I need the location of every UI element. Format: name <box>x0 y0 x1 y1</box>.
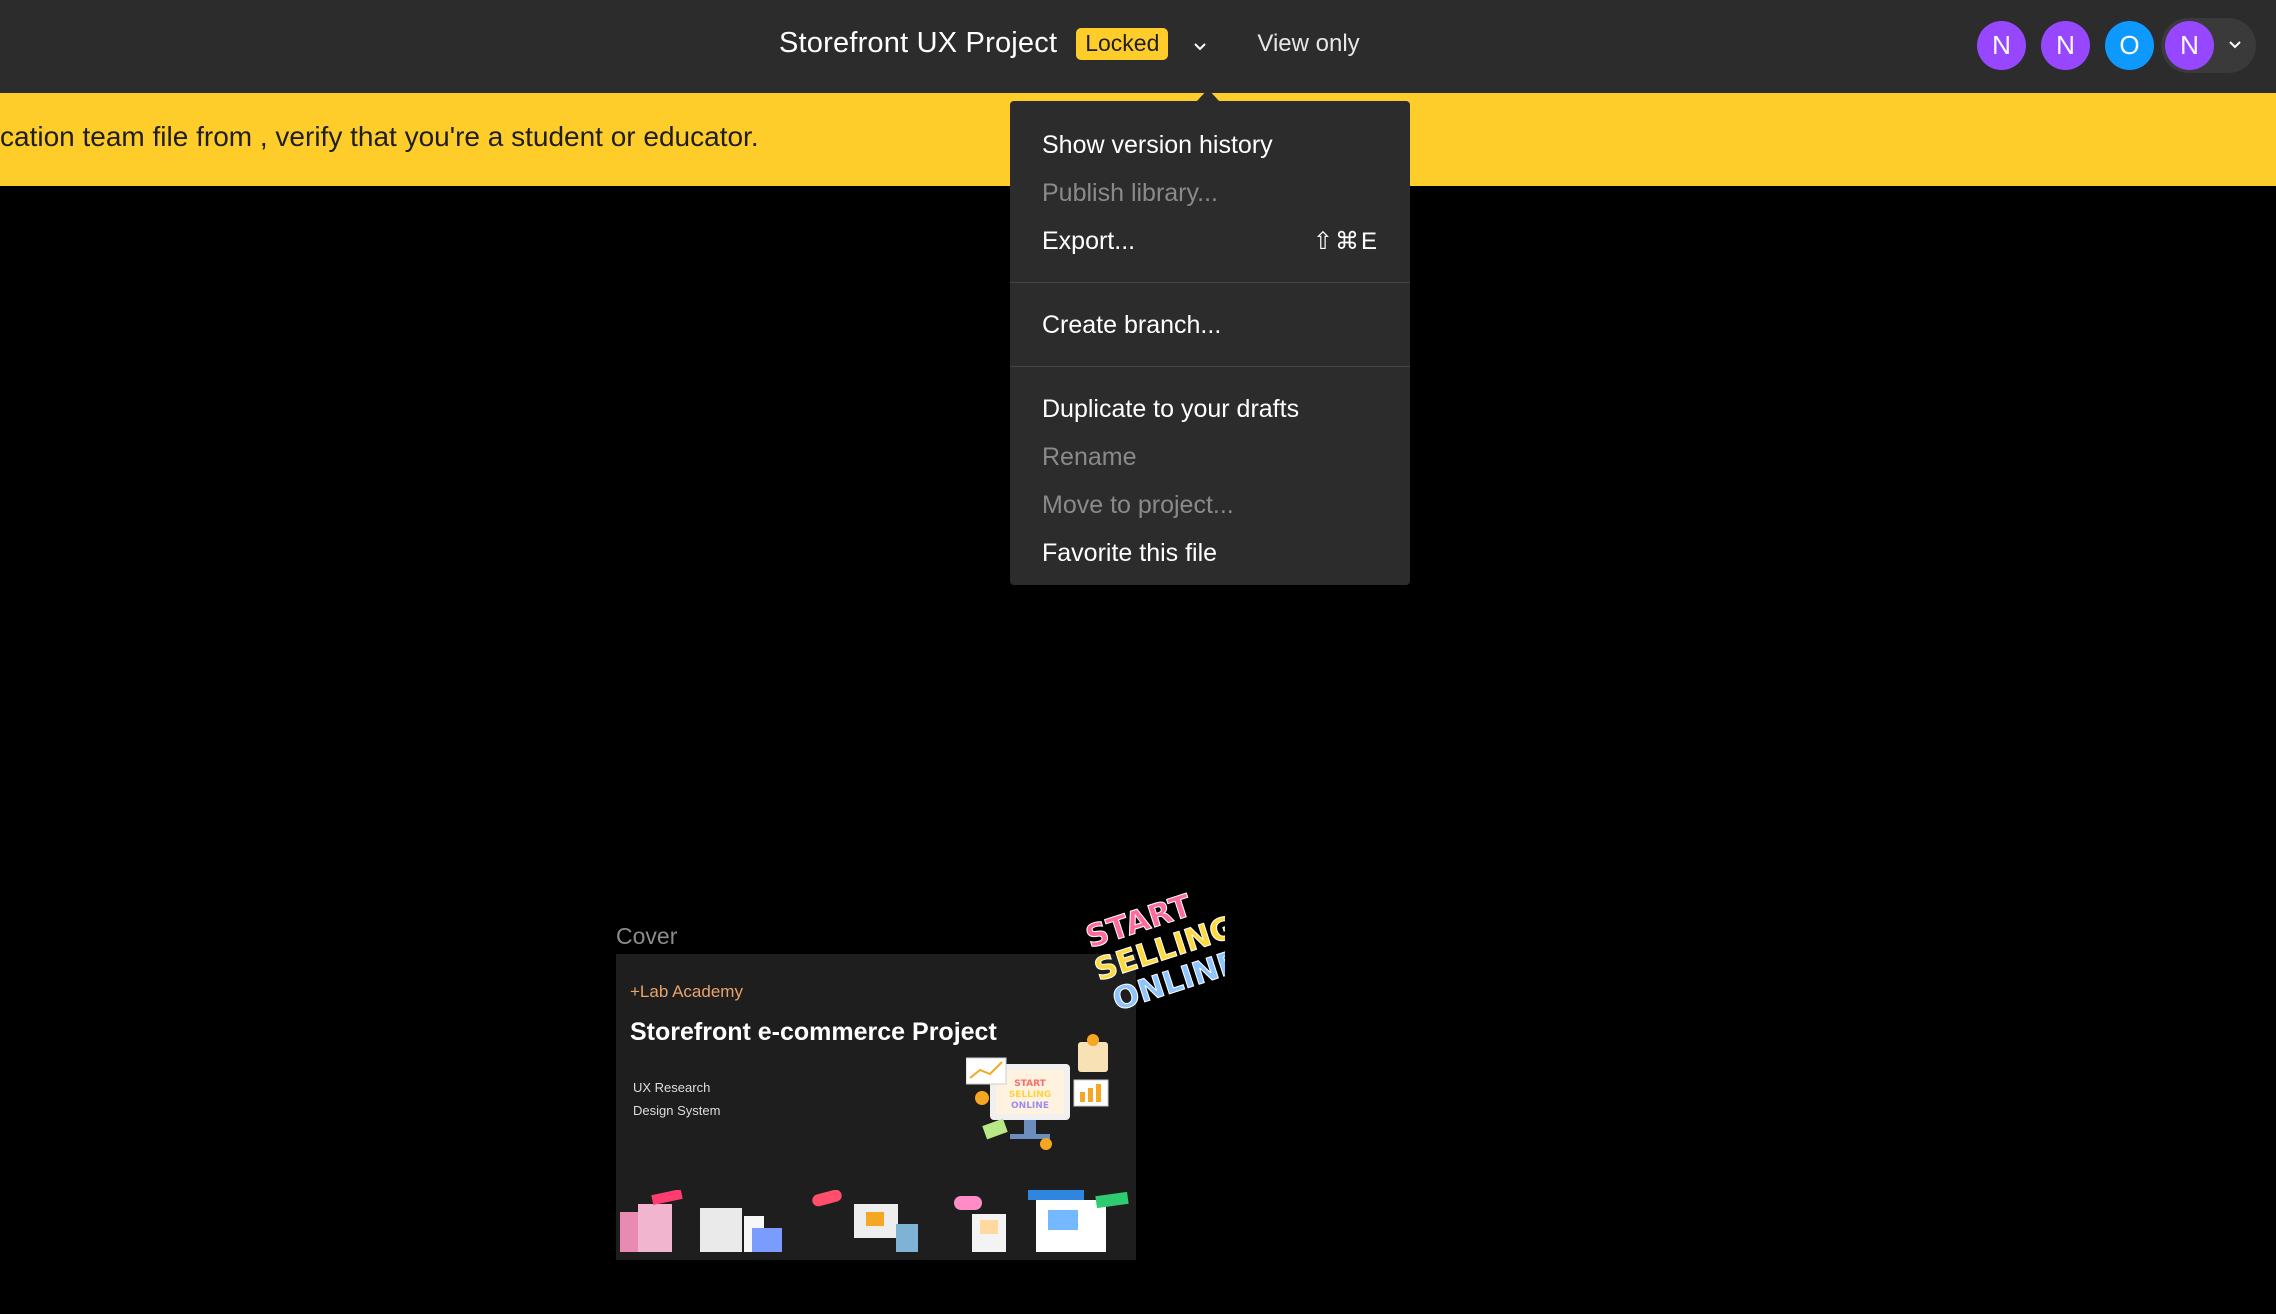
svg-text:ONLINE: ONLINE <box>1011 1101 1049 1111</box>
user-menu-button[interactable]: N <box>2161 18 2256 73</box>
top-bar: Storefront UX Project Locked View only N… <box>0 0 2276 93</box>
storefront-illustration: START SELLING ONLINE <box>966 1034 1109 1150</box>
locked-badge: Locked <box>1076 27 1169 60</box>
menu-item-export[interactable]: Export... ⇧⌘E <box>1010 217 1410 265</box>
menu-item-rename: Rename <box>1010 433 1410 481</box>
menu-item-publish-library: Publish library... <box>1010 169 1410 217</box>
export-shortcut: ⇧⌘E <box>1312 227 1379 255</box>
svg-text:SELLING: SELLING <box>1009 1090 1051 1100</box>
menu-item-move-to-project: Move to project... <box>1010 481 1410 529</box>
menu-item-label: Export... <box>1042 226 1136 255</box>
menu-item-label: Duplicate to your drafts <box>1042 394 1300 423</box>
menu-item-label: Move to project... <box>1042 490 1234 519</box>
menu-item-label: Favorite this file <box>1042 538 1218 567</box>
avatar: N <box>2165 21 2214 70</box>
menu-item-label: Create branch... <box>1042 310 1222 339</box>
frame-label[interactable]: Cover <box>616 923 677 950</box>
file-title-group[interactable]: Storefront UX Project Locked View only <box>779 0 1360 87</box>
avatar[interactable]: N <box>1977 21 2026 70</box>
menu-item-favorite-file[interactable]: Favorite this file <box>1010 529 1410 577</box>
menu-item-label: Rename <box>1042 442 1137 471</box>
menu-item-label: Show version history <box>1042 130 1273 159</box>
avatar[interactable]: N <box>2041 21 2090 70</box>
menu-item-show-version-history[interactable]: Show version history <box>1010 121 1410 169</box>
menu-caret <box>1197 89 1219 101</box>
cover-title: Storefront e-commerce Project <box>630 1018 997 1046</box>
menu-item-create-branch[interactable]: Create branch... <box>1010 301 1410 349</box>
cover-subtitle: UX Research <box>633 1080 711 1095</box>
cover-subtitle: Design System <box>633 1103 721 1118</box>
file-title[interactable]: Storefront UX Project <box>779 27 1057 60</box>
menu-divider <box>1010 366 1410 367</box>
product-illustrations <box>620 1190 1129 1252</box>
banner-text: cation team file from , verify that you'… <box>0 121 759 152</box>
cover-frame[interactable]: +Lab Academy Storefront e-commerce Proje… <box>616 954 1136 1260</box>
view-only-label: View only <box>1257 29 1360 57</box>
chevron-down-icon <box>2228 37 2242 55</box>
cover-org: +Lab Academy <box>630 982 743 1001</box>
chevron-down-icon[interactable] <box>1190 37 1210 57</box>
menu-item-duplicate-to-drafts[interactable]: Duplicate to your drafts <box>1010 385 1410 433</box>
start-selling-sticker: START SELLING ONLINE <box>1085 887 1225 1012</box>
avatar[interactable]: O <box>2105 21 2154 70</box>
svg-text:START: START <box>1014 1079 1046 1089</box>
menu-divider <box>1010 282 1410 283</box>
collaborator-avatars: N N O N <box>1977 18 2256 73</box>
file-menu: Show version history Publish library... … <box>1010 101 1410 585</box>
menu-item-label: Publish library... <box>1042 178 1218 207</box>
